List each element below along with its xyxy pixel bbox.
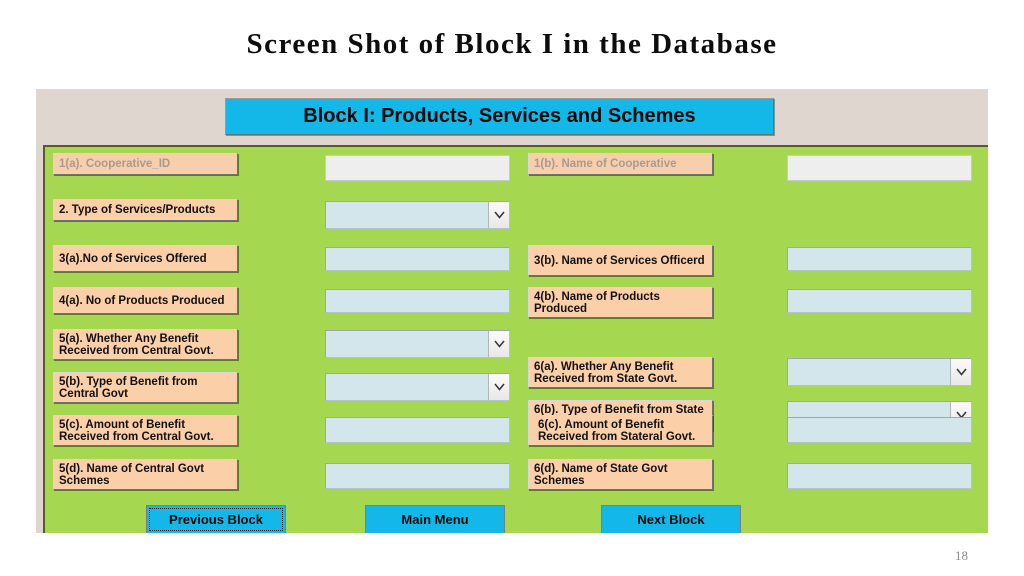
label-amount-of-benefit-state-govt: 6(c). Amount of Benefit Received from St…: [528, 415, 713, 446]
combo-whether-benefit-central-govt[interactable]: [325, 330, 510, 358]
chevron-down-icon[interactable]: [488, 374, 509, 400]
input-no-of-products-produced[interactable]: [325, 289, 510, 313]
label-whether-benefit-central-govt: 5(a). Whether Any Benefit Received from …: [53, 329, 238, 360]
input-amount-of-benefit-central-govt[interactable]: [325, 417, 510, 443]
main-menu-button[interactable]: Main Menu: [365, 505, 505, 533]
form-row-7: 5(c). Amount of Benefit Received from Ce…: [45, 415, 988, 455]
label-no-of-services-offered: 3(a).No of Services Offered: [53, 245, 238, 272]
previous-block-button[interactable]: Previous Block: [146, 505, 286, 533]
input-name-of-state-govt-schemes[interactable]: [787, 463, 972, 489]
label-name-of-cooperative: 1(b). Name of Cooperative: [528, 153, 713, 175]
input-name-of-products-produced[interactable]: [787, 289, 972, 313]
label-type-of-services-products: 2. Type of Services/Products: [53, 199, 238, 221]
input-cooperative-id[interactable]: [325, 155, 510, 181]
slide-page-number: 18: [955, 548, 968, 563]
label-name-of-central-govt-schemes: 5(d). Name of Central Govt Schemes: [53, 459, 238, 490]
input-name-of-cooperative[interactable]: [787, 155, 972, 181]
label-amount-of-benefit-central-govt: 5(c). Amount of Benefit Received from Ce…: [53, 415, 238, 446]
database-form-screenshot: Block I: Products, Services and Schemes …: [36, 89, 988, 533]
form-row-4: 4(a). No of Products Produced 4(b). Name…: [45, 287, 988, 327]
label-cooperative-id: 1(a). Cooperative_ID: [53, 153, 238, 175]
input-amount-of-benefit-state-govt[interactable]: [787, 417, 972, 443]
form-row-2: 2. Type of Services/Products: [45, 199, 988, 239]
form-row-8: 5(d). Name of Central Govt Schemes 6(d).…: [45, 459, 988, 499]
label-type-of-benefit-central-govt: 5(b). Type of Benefit from Central Govt: [53, 372, 238, 403]
input-name-of-central-govt-schemes[interactable]: [325, 463, 510, 489]
chevron-down-icon[interactable]: [488, 202, 509, 228]
combo-type-of-services-products[interactable]: [325, 201, 510, 229]
next-block-button[interactable]: Next Block: [601, 505, 741, 533]
form-header-bar: Block I: Products, Services and Schemes: [36, 89, 988, 145]
form-row-6: 5(b). Type of Benefit from Central Govt …: [45, 372, 988, 431]
block-title-banner: Block I: Products, Services and Schemes: [225, 98, 774, 135]
page-title: Screen Shot of Block I in the Database: [246, 28, 778, 60]
label-name-of-services-officerd: 3(b). Name of Services Officerd: [528, 245, 713, 276]
form-row-3: 3(a).No of Services Offered 3(b). Name o…: [45, 245, 988, 285]
input-name-of-services-officerd[interactable]: [787, 247, 972, 271]
chevron-down-icon[interactable]: [488, 331, 509, 357]
label-name-of-state-govt-schemes: 6(d). Name of State Govt Schemes: [528, 459, 713, 490]
form-row-1: 1(a). Cooperative_ID 1(b). Name of Coope…: [45, 153, 988, 193]
form-row-5: 5(a). Whether Any Benefit Received from …: [45, 329, 988, 388]
form-fields-area: 1(a). Cooperative_ID 1(b). Name of Coope…: [43, 145, 988, 533]
combo-type-of-benefit-central-govt[interactable]: [325, 373, 510, 401]
label-name-of-products-produced: 4(b). Name of Products Produced: [528, 287, 713, 318]
label-no-of-products-produced: 4(a). No of Products Produced: [53, 287, 238, 314]
input-no-of-services-offered[interactable]: [325, 247, 510, 271]
